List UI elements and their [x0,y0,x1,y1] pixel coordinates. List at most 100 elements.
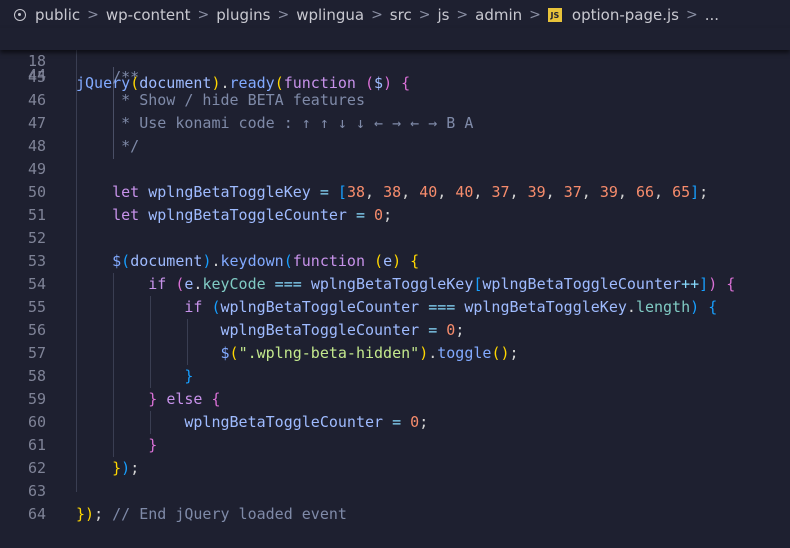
code-text: if (wplngBetaToggleCounter === wplngBeta… [76,296,717,319]
code-token: // End jQuery loaded event [112,505,347,523]
code-token: if [148,275,167,293]
code-token: $ [220,344,230,362]
code-token: () [491,344,510,362]
breadcrumb-item-file[interactable]: option-page.js [572,6,679,24]
code-line[interactable]: 53 $(document).keydown(function (e) { [0,250,790,273]
code-text: } else { [76,388,221,411]
code-token: 65 [672,183,691,201]
code-token: [ [337,183,347,201]
code-token: . [220,74,230,92]
code-text: }); // End jQuery loaded event [76,503,347,526]
code-token: ) [419,344,429,362]
line-number: 60 [27,413,46,431]
code-line[interactable]: 64}); // End jQuery loaded event [0,503,790,526]
code-token: jQuery [76,74,131,92]
code-token: if [184,298,203,316]
breadcrumb-item-public[interactable]: public [35,6,80,24]
code-token: } [148,390,158,408]
code-token: wplngBetaToggleKey [148,183,311,201]
breadcrumb-item-wp-content[interactable]: wp-content [106,6,191,24]
code-token: wplngBetaToggleKey [464,298,627,316]
code-line[interactable]: 47 * Use konami code : ↑ ↑ ↓ ↓ ← → ← → B… [0,112,790,135]
code-token: { [211,390,221,408]
code-line[interactable]: 51 let wplngBetaToggleCounter = 0; [0,204,790,227]
code-token: document [130,252,203,270]
code-line[interactable]: 55 if (wplngBetaToggleCounter === wplngB… [0,296,790,319]
code-token: ] [690,183,700,201]
code-token: wplngBetaToggleCounter [148,206,347,224]
breadcrumb-item-admin[interactable]: admin [475,6,522,24]
code-token: ( [121,252,131,270]
code-line[interactable]: 62 }); [0,457,790,480]
code-line[interactable]: 50 let wplngBetaToggleKey = [38, 38, 40,… [0,181,790,204]
breadcrumb-item-plugins[interactable]: plugins [216,6,270,24]
code-token: { [726,275,736,293]
line-number: 53 [27,252,46,270]
code-token: ( [229,344,239,362]
code-token: ( [365,74,375,92]
line-number: 56 [27,321,46,339]
code-token: ) [392,252,402,270]
code-token: function [283,74,356,92]
code-line[interactable]: 63 [0,480,790,503]
code-token: } [76,505,86,523]
code-token: ++ [681,275,700,293]
code-token: wplngBetaToggleCounter [184,413,384,431]
code-line[interactable]: 56 wplngBetaToggleCounter = 0; [0,319,790,342]
code-token: 38 [383,183,402,201]
breadcrumb-item-src[interactable]: src [390,6,412,24]
code-token: ) [383,74,393,92]
code-line[interactable]: 60 wplngBetaToggleCounter = 0; [0,411,790,434]
code-token: = [383,413,411,431]
chevron-right-icon: > [197,7,210,23]
sticky-scroll-line[interactable]: 18 jQuery(document).ready(function ($) { [0,28,790,92]
chevron-right-icon: > [87,7,99,23]
breadcrumb-item-more[interactable]: ... [705,6,719,24]
code-line[interactable]: 52 [0,227,790,250]
code-token: ] [699,275,709,293]
code-line[interactable]: 57 $(".wplng-beta-hidden").toggle(); [0,342,790,365]
code-line[interactable]: 58 } [0,365,790,388]
code-text: } [76,365,193,388]
code-text: let wplngBetaToggleKey = [38, 38, 40, 40… [76,181,708,204]
code-token: $ [112,252,122,270]
code-token: ; [699,183,709,201]
code-token: . [428,344,438,362]
code-token: wplngBetaToggleCounter [482,275,682,293]
breadcrumb-item-wplingua[interactable]: wplingua [296,6,364,24]
code-line[interactable]: 59 } else { [0,388,790,411]
code-token: , [401,183,420,201]
code-line[interactable]: 61 } [0,434,790,457]
breadcrumb-item-js[interactable]: js [437,6,449,24]
code-token: { [410,252,420,270]
code-text: $(".wplng-beta-hidden").toggle(); [76,342,519,365]
code-line[interactable]: 48 */ [0,135,790,158]
code-token: 37 [491,183,510,201]
code-token: , [654,183,673,201]
line-number: 62 [27,459,46,477]
code-token: , [617,183,636,201]
code-token: function [292,252,365,270]
code-token: keyCode [202,275,266,293]
chevron-right-icon: > [418,7,431,23]
code-text: */ [76,135,139,158]
code-token: wplngBetaToggleCounter [220,298,420,316]
code-line[interactable]: 54 if (e.keyCode === wplngBetaToggleKey[… [0,273,790,296]
code-token: toggle [437,344,492,362]
js-file-icon: JS [547,8,562,22]
code-line[interactable]: 49 [0,158,790,181]
line-number: 55 [27,298,46,316]
line-number: 52 [27,229,46,247]
